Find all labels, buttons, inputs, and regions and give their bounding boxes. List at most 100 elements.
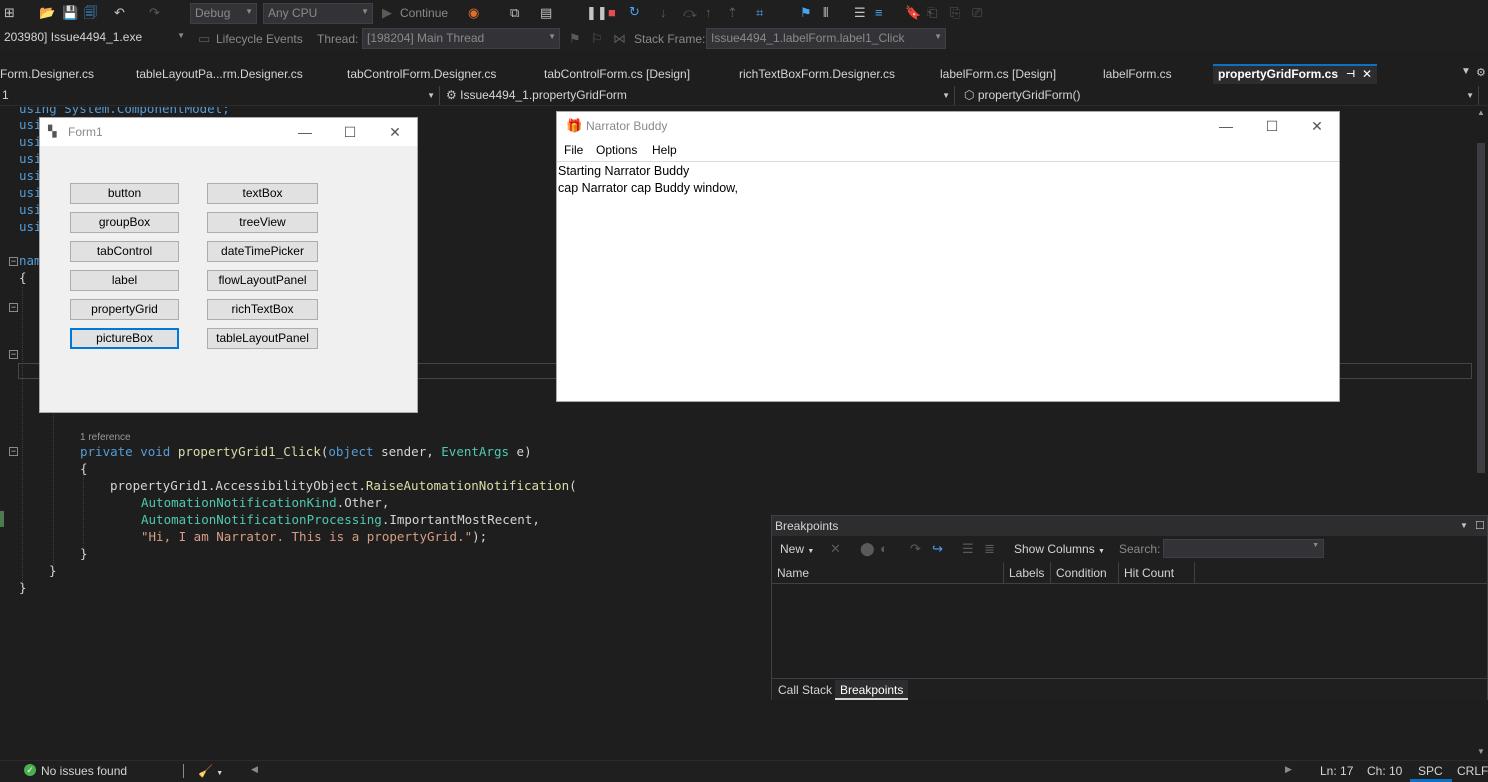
prev-bookmark-icon[interactable]: ⎗ <box>927 5 937 21</box>
button-button[interactable]: button <box>70 183 179 204</box>
tablelayoutpanel-button[interactable]: tableLayoutPanel <box>207 328 318 349</box>
close-icon[interactable]: ✕ <box>1362 66 1372 83</box>
step-out-icon[interactable]: ↑ <box>705 5 712 21</box>
config-combo[interactable]: Debug ▼ <box>190 3 257 24</box>
code-cleanup-icon[interactable]: 🧹 ▼ <box>198 764 223 778</box>
column-number[interactable]: Ch: 10 <box>1367 764 1402 778</box>
menu-help[interactable]: Help <box>652 143 677 157</box>
save-all-icon[interactable]: 🗐 <box>84 5 97 21</box>
chevron-down-icon[interactable]: ▼ <box>1312 542 1319 549</box>
tab-tabcontrol-designer[interactable]: tabControlForm.Designer.cs <box>347 64 527 84</box>
minimize-icon[interactable]: — <box>1203 112 1249 140</box>
delete-icon[interactable]: ✕ <box>830 541 841 557</box>
tab-labelform-cs[interactable]: labelForm.cs <box>1103 64 1203 84</box>
next-bookmark-icon[interactable]: ⎘ <box>950 5 960 21</box>
open-folder-icon[interactable]: 📂 <box>39 5 55 21</box>
maximize-icon[interactable]: ☐ <box>1475 516 1485 536</box>
show-next-statement-icon[interactable]: ⇡ <box>727 5 738 21</box>
collapse-icon[interactable]: − <box>9 303 18 312</box>
process-combo[interactable]: 203980] Issue4494_1.exe ▼ <box>0 28 188 49</box>
lifecycle-events-button[interactable]: Lifecycle Events <box>216 32 303 46</box>
line-ending[interactable]: CRLF <box>1457 764 1488 778</box>
pause-icon[interactable]: ❚❚ <box>586 5 608 21</box>
export-icon[interactable]: ↷ <box>910 541 921 557</box>
step-over-icon[interactable]: ⤼ <box>683 5 697 21</box>
stack-frame-combo[interactable]: Issue4494_1.labelForm.label1_Click ▼ <box>706 28 946 49</box>
tab-breakpoints[interactable]: Breakpoints <box>835 680 909 700</box>
textbox-button[interactable]: textBox <box>207 183 318 204</box>
tab-overflow-icon[interactable]: ▼ <box>1461 66 1471 77</box>
restart-icon[interactable]: ↻ <box>629 4 640 20</box>
undo-icon[interactable]: ↶ <box>114 5 125 21</box>
scroll-up-icon[interactable]: ▲ <box>1477 108 1485 117</box>
clear-bookmarks-icon[interactable]: ⎚ <box>972 5 982 21</box>
filter-icon[interactable]: ⋈ <box>613 31 626 47</box>
bookmark-icon[interactable]: 🔖 <box>905 5 921 21</box>
step-into-icon[interactable]: ↓ <box>660 5 667 21</box>
tab-call-stack[interactable]: Call Stack <box>773 680 837 700</box>
outdent-icon[interactable]: ☰ <box>854 5 866 21</box>
delete-all-icon[interactable]: ⬤ <box>860 541 875 557</box>
settings-icon[interactable]: ⚙ <box>1476 66 1486 79</box>
label-button[interactable]: label <box>70 270 179 291</box>
member-combo[interactable]: ⬡ propertyGridForm() ▼ <box>959 86 1479 105</box>
flowlayoutpanel-button[interactable]: flowLayoutPanel <box>207 270 318 291</box>
column-hit-count[interactable]: Hit Count <box>1119 562 1195 584</box>
platform-combo[interactable]: Any CPU ▼ <box>263 3 373 24</box>
form1-titlebar[interactable]: ▚ Form1 — ☐ ✕ <box>40 118 417 146</box>
whitespace-mode[interactable]: SPC <box>1418 764 1443 778</box>
play-icon[interactable]: ▶ <box>382 5 392 21</box>
browser-link-icon[interactable]: ⧉ <box>510 5 519 21</box>
column-condition[interactable]: Condition <box>1051 562 1119 584</box>
collapse-icon[interactable]: − <box>9 350 18 359</box>
line-number[interactable]: Ln: 17 <box>1320 764 1353 778</box>
continue-button[interactable]: Continue <box>400 6 448 20</box>
import-icon[interactable]: ↪ <box>932 541 943 557</box>
pin-icon[interactable]: ⊣ <box>1346 66 1355 83</box>
tab-tabcontrol-design[interactable]: tabControlForm.cs [Design] <box>544 64 724 84</box>
groupbox-button[interactable]: groupBox <box>70 212 179 233</box>
flag-all-icon[interactable]: ⚐ <box>591 31 603 47</box>
treeview-button[interactable]: treeView <box>207 212 318 233</box>
thread-flag-icon[interactable]: ⚑ <box>800 5 812 21</box>
narrator-log-area[interactable]: Starting Narrator Buddy cap Narrator cap… <box>557 161 1339 402</box>
chevron-down-icon[interactable]: ▼ <box>1460 516 1468 536</box>
collapse-icon[interactable]: − <box>9 257 18 266</box>
column-labels[interactable]: Labels <box>1004 562 1051 584</box>
new-item-icon[interactable]: ⊞ <box>4 5 15 21</box>
tab-labelform-design[interactable]: labelForm.cs [Design] <box>940 64 1090 84</box>
picturebox-button[interactable]: pictureBox <box>70 328 179 349</box>
scroll-down-icon[interactable]: ▼ <box>1477 747 1485 756</box>
tab-tablelayout-designer[interactable]: tableLayoutPa...rm.Designer.cs <box>136 64 316 84</box>
project-combo[interactable]: 1 ▼ <box>0 86 440 105</box>
datetimepicker-button[interactable]: dateTimePicker <box>207 241 318 262</box>
column-name[interactable]: Name <box>772 562 1004 584</box>
toggle-all-icon[interactable]: ◐ <box>880 541 888 557</box>
tab-propertygridform-cs[interactable]: propertyGridForm.cs ⊣ ✕ <box>1213 64 1377 84</box>
save-icon[interactable]: 💾 <box>62 5 78 21</box>
search-input[interactable]: ▼ <box>1163 539 1324 558</box>
hot-reload-icon[interactable]: ◉ <box>468 5 479 21</box>
redo-icon[interactable]: ↷ <box>149 5 160 21</box>
tab-richtextbox-designer[interactable]: richTextBoxForm.Designer.cs <box>739 64 919 84</box>
scroll-left-icon[interactable]: ◀ <box>251 764 258 775</box>
goto-disassembly-icon[interactable]: ≣ <box>984 541 995 557</box>
parallel-stacks-icon[interactable]: ⫴ <box>823 5 828 21</box>
close-icon[interactable]: ✕ <box>372 118 418 146</box>
close-icon[interactable]: ✕ <box>1294 112 1340 140</box>
tab-form-designer[interactable]: Form.Designer.cs <box>0 64 120 84</box>
collapse-icon[interactable]: − <box>9 447 18 456</box>
narrator-titlebar[interactable]: 🎁 Narrator Buddy — ☐ ✕ <box>557 112 1339 140</box>
flag-icon[interactable]: ⚑ <box>569 31 581 47</box>
richtextbox-button[interactable]: richTextBox <box>207 299 318 320</box>
scrollbar-thumb[interactable] <box>1477 143 1485 473</box>
maximize-icon[interactable]: ☐ <box>1249 112 1295 140</box>
diagnostic-icon[interactable]: ▤ <box>540 5 552 21</box>
breakpoints-panel-title[interactable]: Breakpoints ▼ ☐ <box>772 516 1487 536</box>
menu-file[interactable]: File <box>564 143 583 157</box>
tabcontrol-button[interactable]: tabControl <box>70 241 179 262</box>
menu-options[interactable]: Options <box>596 143 637 157</box>
class-combo[interactable]: ⚙ Issue4494_1.propertyGridForm ▼ <box>443 86 955 105</box>
issues-status[interactable]: No issues found <box>41 764 127 778</box>
minimize-icon[interactable]: — <box>282 118 328 146</box>
